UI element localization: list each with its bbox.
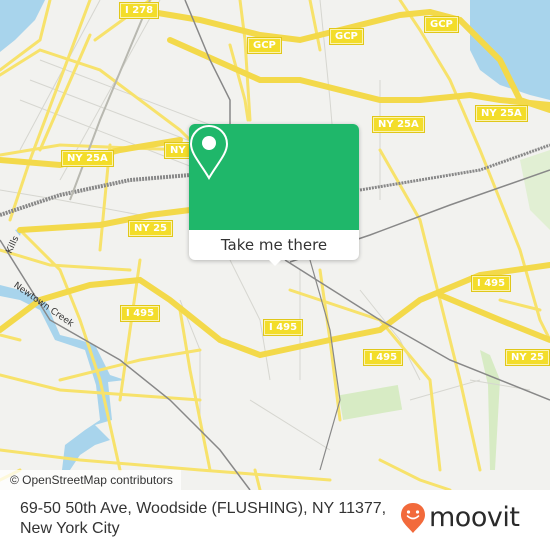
route-shield: I 495 bbox=[119, 305, 161, 322]
park bbox=[338, 384, 403, 420]
route-shield: GCP bbox=[329, 28, 364, 45]
rail-lirr bbox=[284, 259, 550, 401]
map-attribution[interactable]: © OpenStreetMap contributors bbox=[0, 470, 181, 490]
address-line-2: New York City bbox=[20, 520, 120, 537]
road-i278 bbox=[137, 7, 433, 44]
popup-pointer bbox=[267, 258, 283, 266]
map[interactable]: Newtown Creek Kills I 278 GCP GCP GCP NY… bbox=[0, 0, 550, 490]
route-shield: NY bbox=[164, 142, 192, 159]
route-shield: NY 25A bbox=[61, 150, 114, 167]
route-shield: NY 25A bbox=[372, 116, 425, 133]
address: 69-50 50th Ave, Woodside (FLUSHING), NY … bbox=[20, 499, 400, 539]
park-strip bbox=[480, 350, 500, 470]
route-shield: I 495 bbox=[362, 349, 404, 366]
route-shield: NY 25 bbox=[504, 349, 550, 366]
route-shield: GCP bbox=[247, 37, 282, 54]
moovit-pin-icon bbox=[401, 503, 425, 533]
route-shield: GCP bbox=[424, 16, 459, 33]
park-east bbox=[520, 150, 550, 230]
popup-header bbox=[189, 124, 359, 230]
route-shield: I 495 bbox=[262, 319, 304, 336]
moovit-logo[interactable]: moovit bbox=[400, 502, 520, 534]
location-popup: Take me there bbox=[189, 124, 359, 266]
water-east-river bbox=[0, 0, 45, 52]
location-pin-icon bbox=[189, 124, 229, 180]
address-line-1: 69-50 50th Ave, Woodside (FLUSHING), NY … bbox=[20, 500, 387, 517]
moovit-brand-name: moovit bbox=[429, 502, 520, 533]
take-me-there-button[interactable]: Take me there bbox=[189, 230, 359, 260]
route-shield: I 495 bbox=[470, 275, 512, 292]
route-shield: NY 25 bbox=[127, 220, 174, 237]
route-shield: I 278 bbox=[118, 2, 160, 19]
route-shield: NY 25A bbox=[475, 105, 528, 122]
footer: 69-50 50th Ave, Woodside (FLUSHING), NY … bbox=[0, 490, 550, 550]
